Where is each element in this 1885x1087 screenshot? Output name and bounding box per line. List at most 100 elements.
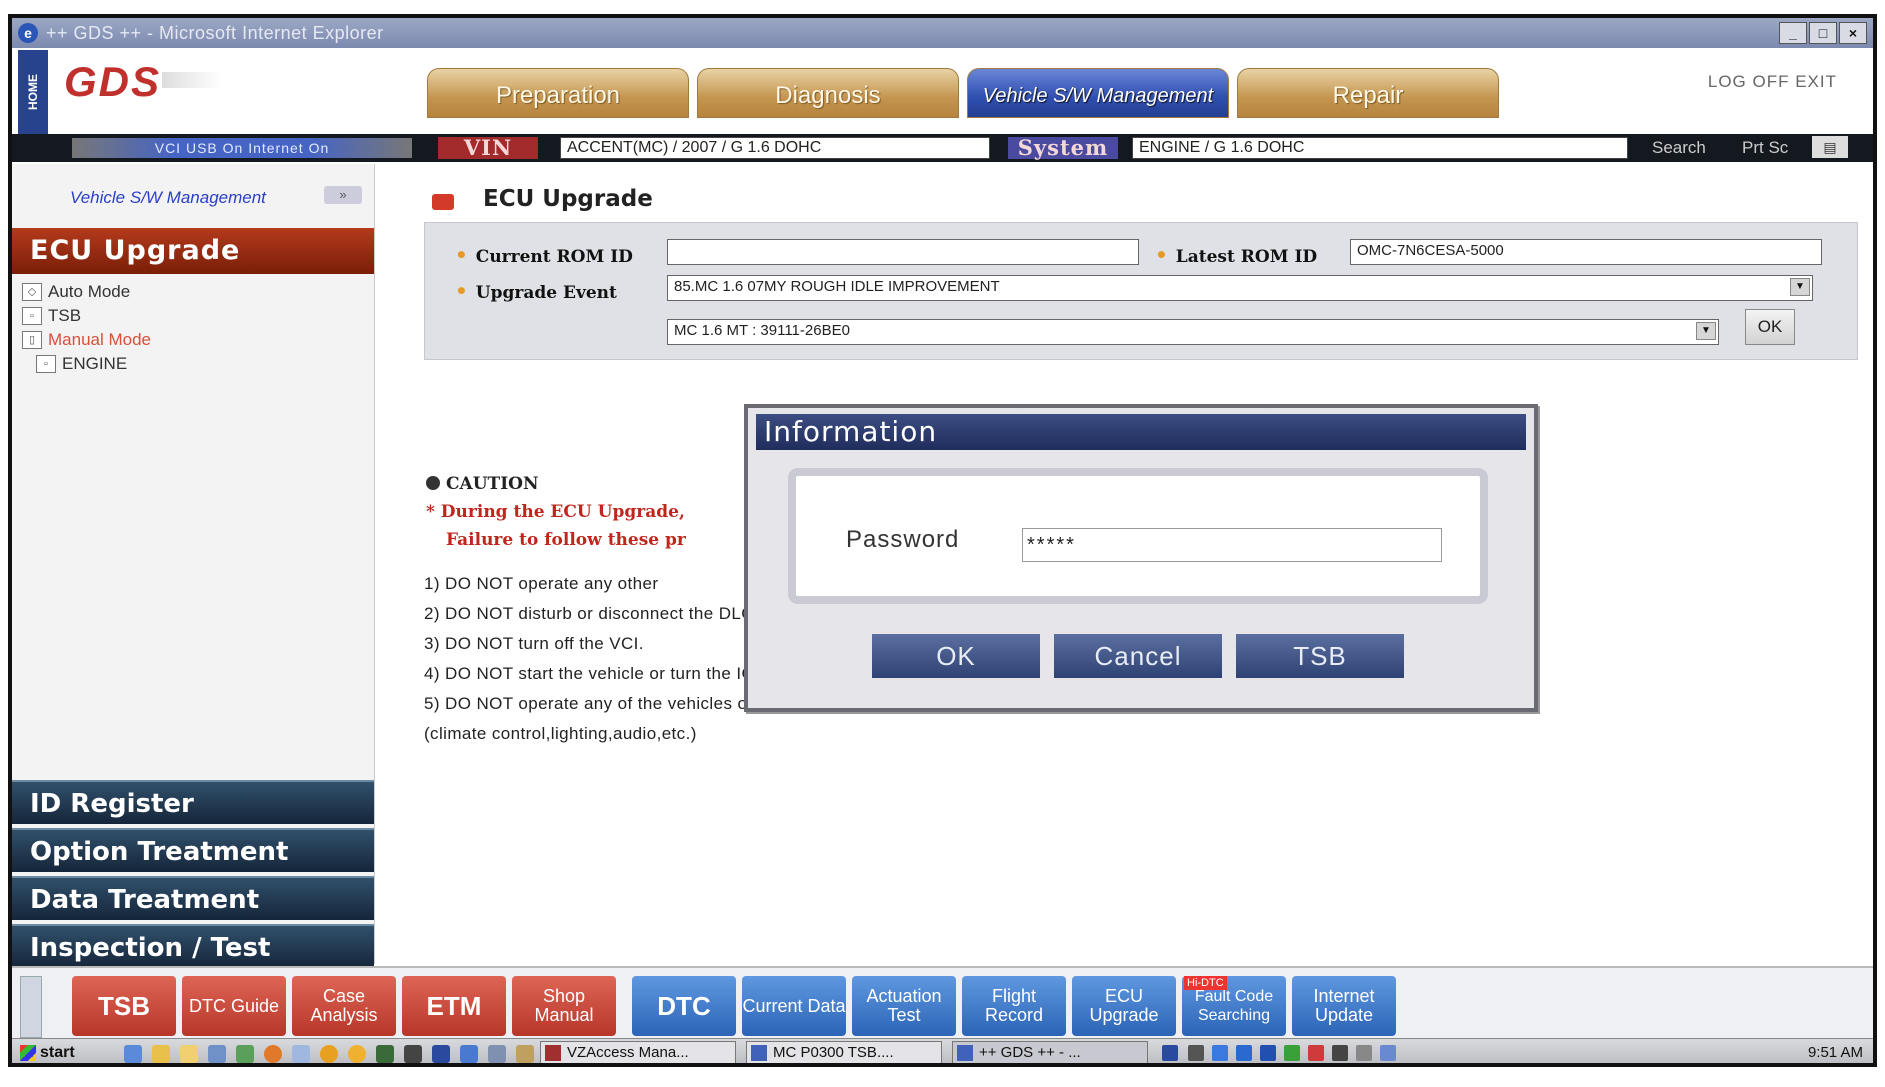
dropdown-arrow-icon[interactable]: ▼ xyxy=(1790,278,1810,296)
tree-item-engine[interactable]: ▫ ENGINE xyxy=(22,352,151,376)
tree-item-auto-mode[interactable]: ◇ Auto Mode xyxy=(22,280,151,304)
start-button[interactable]: start xyxy=(16,1041,108,1063)
sidebar-inspection-test[interactable]: Inspection / Test xyxy=(12,924,374,968)
quick-case-analysis-button[interactable]: Case Analysis xyxy=(292,976,396,1036)
tray-icon[interactable] xyxy=(1260,1045,1276,1061)
quick-tsb-button[interactable]: TSB xyxy=(72,976,176,1036)
arrow-icon[interactable]: » xyxy=(324,186,362,204)
taskbar-task-vzaccess[interactable]: VZAccess Mana... xyxy=(540,1041,736,1063)
close-icon[interactable]: × xyxy=(1839,22,1867,44)
printer-icon[interactable]: ▤ xyxy=(1812,136,1848,158)
windows-taskbar: start VZAccess Mana... MC P0300 TSB.... … xyxy=(12,1038,1873,1063)
sidebar-id-register[interactable]: ID Register xyxy=(12,780,374,824)
model-select[interactable]: MC 1.6 MT : 39111-26BE0 ▼ xyxy=(667,319,1719,345)
quick-flight-record-button[interactable]: Flight Record xyxy=(962,976,1066,1036)
logoff-exit-links[interactable]: LOG OFF EXIT xyxy=(1708,72,1837,92)
tab-preparation[interactable]: Preparation xyxy=(427,68,689,118)
window-icon[interactable] xyxy=(208,1045,226,1063)
folder-icon[interactable] xyxy=(180,1045,198,1063)
quick-dtc-guide-button[interactable]: DTC Guide xyxy=(182,976,286,1036)
current-rom-label: • Current ROM ID xyxy=(455,243,633,267)
dialog-tsb-button[interactable]: TSB xyxy=(1236,634,1404,678)
tree-label: Auto Mode xyxy=(48,282,131,301)
quickbar-toggle[interactable] xyxy=(20,976,42,1038)
tree-label: ENGINE xyxy=(62,354,128,373)
caution-line-1: * During the ECU Upgrade, xyxy=(426,502,685,522)
dialog-title: Information xyxy=(756,414,1526,450)
tray-icon[interactable] xyxy=(1236,1045,1252,1061)
app-icon[interactable] xyxy=(348,1045,366,1063)
print-screen-link[interactable]: Prt Sc xyxy=(1742,137,1788,159)
system-value: ENGINE / G 1.6 DOHC xyxy=(1132,137,1628,159)
tray-icon[interactable] xyxy=(1332,1045,1348,1061)
app-icon[interactable] xyxy=(460,1045,478,1063)
tab-vehicle-sw-management[interactable]: Vehicle S/W Management xyxy=(967,68,1229,118)
tree-item-manual-mode[interactable]: ▯ Manual Mode xyxy=(22,328,151,352)
tray-icon[interactable] xyxy=(1212,1045,1228,1061)
password-label: Password xyxy=(846,526,960,553)
sidebar-data-treatment[interactable]: Data Treatment xyxy=(12,876,374,920)
quick-dtc-button[interactable]: DTC xyxy=(632,976,736,1036)
latest-rom-field[interactable]: OMC-7N6CESA-5000 xyxy=(1350,239,1822,265)
dropdown-arrow-icon[interactable]: ▼ xyxy=(1696,322,1716,340)
tab-repair[interactable]: Repair xyxy=(1237,68,1499,118)
music-icon[interactable] xyxy=(488,1045,506,1063)
hi-dtc-badge: Hi-DTC xyxy=(1184,976,1227,990)
quick-etm-button[interactable]: ETM xyxy=(402,976,506,1036)
page-title: ECU Upgrade xyxy=(483,186,653,212)
fault-code-label: Fault Code Searching xyxy=(1194,988,1274,1024)
app-icon[interactable] xyxy=(320,1045,338,1063)
app-icon[interactable] xyxy=(516,1045,534,1063)
app-icon[interactable] xyxy=(292,1045,310,1063)
system-label[interactable]: System xyxy=(1008,137,1118,159)
app-icon[interactable] xyxy=(376,1045,394,1063)
quick-actuation-test-button[interactable]: Actuation Test xyxy=(852,976,956,1036)
app-icon[interactable] xyxy=(404,1045,422,1063)
upgrade-event-select[interactable]: 85.MC 1.6 07MY ROUGH IDLE IMPROVEMENT ▼ xyxy=(667,275,1813,301)
tray-icon[interactable] xyxy=(1308,1045,1324,1061)
app-icon xyxy=(545,1045,561,1061)
quick-internet-update-button[interactable]: Internet Update xyxy=(1292,976,1396,1036)
quick-shop-manual-button[interactable]: Shop Manual xyxy=(512,976,616,1036)
latest-rom-label-text: Latest ROM ID xyxy=(1175,247,1318,267)
dialog-ok-button[interactable]: OK xyxy=(872,634,1040,678)
app-icon[interactable] xyxy=(432,1045,450,1063)
tab-diagnosis[interactable]: Diagnosis xyxy=(697,68,959,118)
tray-icon[interactable] xyxy=(1356,1045,1372,1061)
vci-status: VCI USB On Internet On xyxy=(72,138,412,158)
home-tab[interactable]: HOME xyxy=(18,50,48,134)
minimize-icon[interactable]: _ xyxy=(1779,22,1807,44)
vin-label[interactable]: VIN xyxy=(438,137,538,159)
sidebar-option-treatment[interactable]: Option Treatment xyxy=(12,828,374,872)
current-rom-label-text: Current ROM ID xyxy=(475,247,633,267)
quick-ecu-upgrade-button[interactable]: ECU Upgrade xyxy=(1072,976,1176,1036)
search-link[interactable]: Search xyxy=(1652,137,1706,159)
task-label: ++ GDS ++ - ... xyxy=(979,1044,1081,1061)
ie-quicklaunch-icon[interactable] xyxy=(124,1045,142,1063)
screen: e ++ GDS ++ - Microsoft Internet Explore… xyxy=(0,0,1885,1087)
tray-icon[interactable] xyxy=(1380,1045,1396,1061)
sidebar-ecu-upgrade-header[interactable]: ECU Upgrade xyxy=(12,228,374,274)
folder-icon[interactable] xyxy=(152,1045,170,1063)
app-icon xyxy=(751,1045,767,1061)
document-icon: ▫ xyxy=(22,307,42,325)
sidebar-tree: ◇ Auto Mode ▫ TSB ▯ Manual Mode ▫ ENGINE xyxy=(22,280,151,376)
quick-current-data-button[interactable]: Current Data xyxy=(742,976,846,1036)
taskbar-task-gds[interactable]: ++ GDS ++ - ... xyxy=(952,1041,1148,1063)
maximize-icon[interactable]: □ xyxy=(1809,22,1837,44)
logo-s: S xyxy=(131,58,162,105)
ok-button[interactable]: OK xyxy=(1745,309,1795,345)
caution-title: CAUTION xyxy=(446,474,539,494)
vin-value: ACCENT(MC) / 2007 / G 1.6 DOHC xyxy=(560,137,990,159)
app-icon[interactable] xyxy=(264,1045,282,1063)
tree-item-tsb[interactable]: ▫ TSB xyxy=(22,304,151,328)
tray-icon[interactable] xyxy=(1162,1045,1178,1061)
tray-icon[interactable] xyxy=(1284,1045,1300,1061)
sidebar-vsm-link[interactable]: Vehicle S/W Management xyxy=(70,188,266,208)
current-rom-field[interactable] xyxy=(667,239,1139,265)
app-icon[interactable] xyxy=(236,1045,254,1063)
taskbar-task-tsb[interactable]: MC P0300 TSB.... xyxy=(746,1041,942,1063)
tray-icon[interactable] xyxy=(1188,1045,1204,1061)
dialog-cancel-button[interactable]: Cancel xyxy=(1054,634,1222,678)
password-field[interactable]: ***** xyxy=(1022,528,1442,562)
